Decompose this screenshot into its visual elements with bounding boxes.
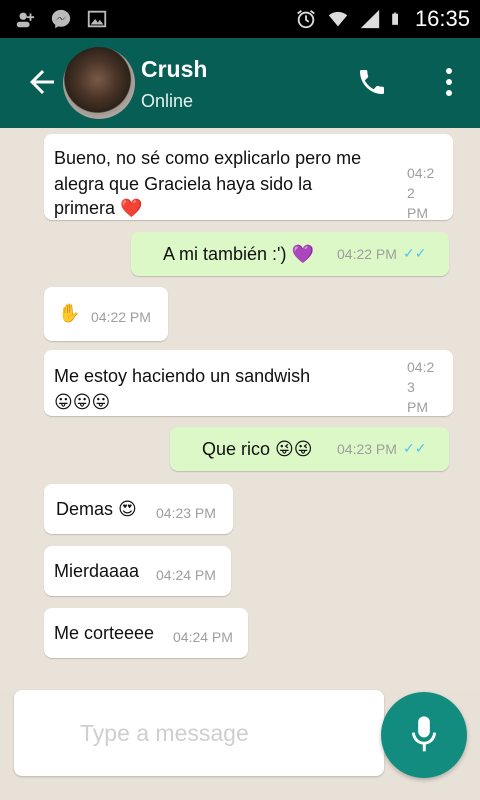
- message-time: 04:2 3 PM: [407, 359, 435, 415]
- message-incoming[interactable]: Bueno, no sé como explicarlo pero me ale…: [44, 134, 453, 221]
- message-text: Mierdaaaa: [54, 561, 140, 581]
- message-time: 04:23 PM: [156, 505, 216, 521]
- input-placeholder: Type a message: [80, 720, 249, 746]
- phone-icon[interactable]: [356, 66, 388, 98]
- messenger-icon: [51, 9, 71, 29]
- message-incoming[interactable]: Me corteeee 04:24 PM: [44, 608, 248, 658]
- message-text: A mi también :') 💜: [163, 244, 314, 264]
- contact-status: Online: [141, 91, 194, 111]
- alarm-icon: [297, 10, 315, 29]
- read-ticks-icon: ✓✓: [403, 440, 427, 456]
- battery-icon: [392, 12, 398, 25]
- add-contact-icon: [16, 12, 35, 28]
- message-text-line: Bueno, no sé como explicarlo pero me: [54, 148, 362, 168]
- message-time: 04:2 2 PM: [407, 165, 435, 221]
- message-incoming[interactable]: Me estoy haciendo un sandwish 😛😛😛 04:2 3 P…: [44, 350, 453, 416]
- message-time: 04:22 PM: [337, 246, 397, 262]
- message-input[interactable]: Type a message: [14, 690, 384, 776]
- message-text: Demas 😍: [56, 499, 137, 519]
- message-incoming[interactable]: Demas 😍 04:23 PM: [44, 484, 233, 534]
- status-bar: 16:35: [0, 0, 480, 38]
- message-time: 04:23 PM: [337, 441, 397, 457]
- chat-area[interactable]: Bueno, no sé como explicarlo pero me ale…: [0, 128, 480, 690]
- status-time: 16:35: [414, 6, 470, 31]
- wifi-icon: [328, 11, 348, 27]
- message-time: 04:24 PM: [156, 567, 216, 583]
- contact-name[interactable]: Crush: [141, 56, 207, 83]
- more-vert-icon[interactable]: [444, 66, 454, 98]
- message-text-line: primera ❤️: [54, 198, 143, 218]
- message-text: Que rico 😜😜: [202, 439, 313, 459]
- mic-button[interactable]: [381, 692, 467, 778]
- read-ticks-icon: ✓✓: [403, 245, 427, 261]
- message-text: ✋: [58, 303, 81, 323]
- mic-icon: [412, 716, 436, 752]
- message-time: 04:22 PM: [91, 309, 151, 325]
- message-time: 04:24 PM: [173, 629, 233, 645]
- message-incoming[interactable]: Mierdaaaa 04:24 PM: [44, 546, 231, 596]
- chat-header: Crush Online: [0, 38, 480, 128]
- back-arrow-icon[interactable]: [24, 64, 60, 100]
- message-text: Me corteeee: [54, 623, 155, 643]
- avatar[interactable]: [63, 47, 135, 119]
- image-icon: [87, 10, 107, 28]
- message-outgoing[interactable]: Que rico 😜😜 04:23 PM ✓✓: [170, 427, 449, 471]
- message-text-line: 😛😛😛: [54, 392, 111, 412]
- message-text-line: alegra que Graciela haya sido la: [54, 174, 313, 194]
- message-outgoing[interactable]: A mi también :') 💜 04:22 PM ✓✓: [131, 232, 449, 276]
- message-text-line: Me estoy haciendo un sandwish: [54, 366, 311, 386]
- message-incoming[interactable]: ✋ 04:22 PM: [44, 287, 168, 341]
- signal-icon: [360, 9, 380, 29]
